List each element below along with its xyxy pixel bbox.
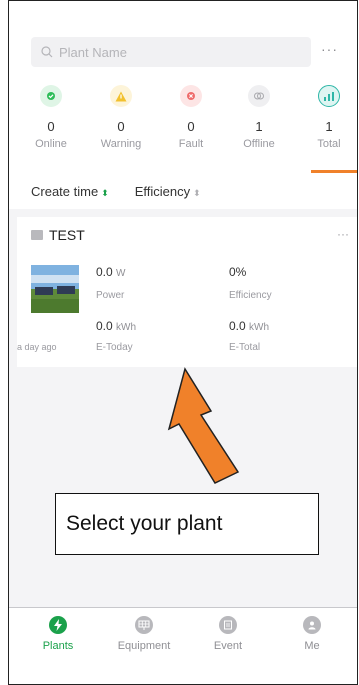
tab-equipment[interactable]: Equipment [109, 616, 179, 652]
tab-label: Plants [42, 640, 74, 652]
bolt-icon [49, 616, 67, 634]
tab-event[interactable]: Event [193, 616, 263, 652]
instruction-callout: Select your plant [55, 493, 319, 555]
bottom-tab-bar: Plants Equipment Event Me [9, 607, 357, 684]
tab-label: Me [304, 640, 320, 652]
callout-text: Select your plant [66, 512, 223, 535]
annotation-arrow [167, 367, 240, 484]
user-icon [303, 616, 321, 634]
tab-label: Equipment [117, 640, 171, 652]
tab-me[interactable]: Me [277, 616, 347, 652]
document-icon [219, 616, 237, 634]
tab-plants[interactable]: Plants [23, 616, 93, 652]
app-screen: Plant Name ··· 0 Online 0 Warning 0 Faul… [8, 0, 358, 685]
tab-label: Event [213, 640, 243, 652]
solar-panel-icon [135, 616, 153, 634]
